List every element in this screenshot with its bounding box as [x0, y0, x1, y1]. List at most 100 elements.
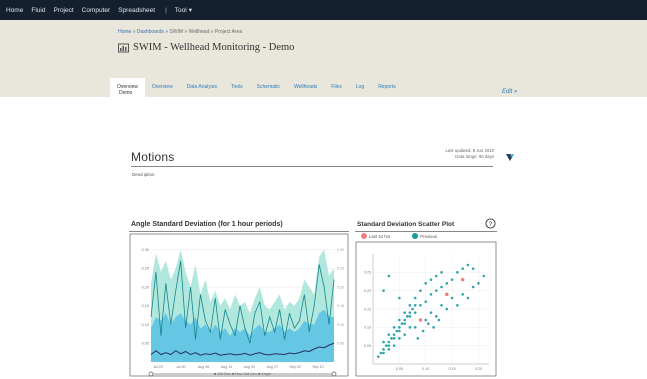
- edit-link[interactable]: Edit »: [502, 89, 517, 95]
- scatter-point-previous: [398, 296, 401, 300]
- tab-tools[interactable]: Tools: [224, 84, 250, 97]
- scatter-y-tick-label: 0.05: [364, 344, 371, 348]
- scatter-point-previous: [432, 326, 435, 329]
- y2-tick-label: 0.25: [337, 267, 344, 271]
- scatter-point-previous: [379, 351, 383, 355]
- title-row: SWIM - Wellhead Monitoring - Demo: [118, 42, 294, 53]
- section-meta-line-2: Data range: 90 days: [455, 154, 494, 159]
- tab-wellheads[interactable]: Wellheads: [287, 84, 324, 97]
- scatter-point-previous: [392, 344, 396, 347]
- scatter-y-tick-label: 0.10: [364, 326, 371, 330]
- svg-text:?: ?: [489, 221, 493, 228]
- scatter-point-previous: [398, 329, 401, 333]
- left-chart-legend: ■ Std Dev ■ Max Std Dev ■ Angle: [214, 372, 271, 376]
- tab-files[interactable]: Files: [324, 84, 349, 97]
- scatter-point-previous: [387, 274, 391, 278]
- scatter-point-previous: [403, 333, 406, 336]
- scatter-point-previous: [395, 329, 399, 333]
- nav-tool-menu[interactable]: Tool: [175, 7, 187, 14]
- scatter-point-previous: [387, 348, 391, 351]
- nav-home[interactable]: Home: [6, 7, 23, 14]
- y2-tick-label: 0.10: [337, 323, 344, 327]
- x-tick-label: Aug 20: [244, 365, 255, 369]
- scatter-point-previous: [413, 311, 417, 314]
- chevron-down-icon[interactable]: ▾: [189, 6, 192, 14]
- scatter-point-previous: [429, 293, 433, 296]
- scatter-point-previous: [482, 274, 486, 278]
- scatter-point-previous: [461, 267, 464, 270]
- scatter-point-previous: [384, 344, 388, 347]
- scatter-point-recent: [460, 277, 465, 282]
- scatter-x-tick-label: 0.20: [475, 367, 482, 371]
- scatter-point-previous: [408, 315, 412, 318]
- scatter-point-previous: [382, 289, 385, 292]
- scatter-x-tick-label: 0.15: [449, 367, 456, 371]
- scatter-point-previous: [424, 300, 428, 303]
- scatter-point-previous: [382, 340, 385, 344]
- scatter-x-tick-label: 0.05: [396, 367, 403, 371]
- nav-divider: |: [165, 6, 167, 14]
- section-title: Motions: [131, 150, 175, 164]
- tab-log[interactable]: Log: [349, 84, 371, 97]
- breadcrumb: Home » Dashboards » SWIM » Wellhead » Pr…: [118, 29, 242, 35]
- scatter-point-previous: [382, 351, 385, 355]
- scatter-point-previous: [408, 326, 412, 329]
- breadcrumb-link[interactable]: Home » Dashboards »: [118, 29, 168, 35]
- angle-std-dev-panel: Angle Standard Deviation (for 1 hour per…: [129, 218, 349, 378]
- help-icon[interactable]: ?: [485, 218, 496, 229]
- section-divider: [131, 166, 493, 167]
- tab-data-analysis[interactable]: Data Analysis: [180, 84, 224, 97]
- std-dev-scatter-chart[interactable]: 0.05 0.10 0.15 0.20 0.25 0.05 0.10 0.15 0.20: [355, 240, 497, 378]
- page-header: Home » Dashboards » SWIM » Wellhead » Pr…: [0, 20, 647, 97]
- tab-schematic[interactable]: Schematic: [250, 84, 287, 97]
- scatter-point-previous: [419, 304, 422, 307]
- legend-label-previous: Previous: [420, 233, 437, 239]
- angle-std-dev-chart[interactable]: 0.05 0.10 0.15 0.20 0.25 0.30 0.05 0.10 0.15 0.20…: [129, 232, 349, 378]
- y-tick-label: 0.15: [142, 304, 149, 308]
- scatter-point-previous: [456, 304, 459, 307]
- nav-project[interactable]: Project: [53, 7, 73, 14]
- scatter-y-tick-label: 0.15: [364, 307, 371, 311]
- legend-item-recent[interactable]: Last 24 hrs: [361, 233, 390, 239]
- scatter-point-previous: [413, 296, 417, 300]
- scatter-point-previous: [403, 318, 406, 322]
- y2-tick-label: 0.15: [337, 304, 344, 308]
- section-subtitle: Description: [132, 172, 155, 177]
- y-tick-label: 0.30: [142, 248, 149, 252]
- legend-swatch-recent: [361, 233, 367, 239]
- scatter-point-previous: [413, 304, 417, 307]
- widget-options-icon[interactable]: [505, 152, 515, 162]
- scatter-point-previous: [434, 289, 438, 292]
- scatter-point-recent: [418, 318, 423, 322]
- tab-overview-2[interactable]: Overview: [145, 84, 180, 97]
- y2-tick-label: 0.05: [337, 342, 344, 346]
- scatter-point-previous: [461, 293, 464, 296]
- project-icon: [118, 43, 129, 52]
- scatter-point-recent: [445, 292, 449, 297]
- scatter-point-previous: [466, 296, 470, 300]
- scatter-point-previous: [477, 282, 480, 285]
- scatter-point-previous: [387, 333, 391, 336]
- nav-computer[interactable]: Computer: [82, 7, 111, 14]
- scatter-point-previous: [429, 311, 433, 314]
- tab-reports[interactable]: Reports: [371, 84, 403, 97]
- nav-spreadsheet[interactable]: Spreadsheet: [118, 7, 155, 14]
- scatter-point-previous: [392, 337, 396, 340]
- scatter-plot-panel: Standard Deviation Scatter Plot ? Last 2…: [355, 218, 497, 378]
- scatter-point-previous: [398, 337, 401, 340]
- scatter-point-previous: [408, 311, 412, 314]
- scatter-point-previous: [450, 278, 454, 281]
- y2-tick-label: 0.30: [337, 248, 344, 252]
- x-tick-label: Sep 10: [312, 365, 323, 369]
- scatter-point-previous: [376, 355, 380, 358]
- scatter-point-previous: [387, 340, 391, 344]
- top-nav-bar: Home Fluid Project Computer Spreadsheet …: [0, 0, 647, 20]
- nav-fluid[interactable]: Fluid: [31, 7, 45, 14]
- scatter-point-previous: [450, 296, 454, 300]
- y-tick-label: 0.10: [142, 323, 149, 327]
- legend-item-previous[interactable]: Previous: [412, 233, 437, 239]
- scatter-point-previous: [392, 333, 396, 336]
- x-tick-label: Aug 27: [267, 365, 278, 369]
- scatter-point-previous: [400, 322, 404, 325]
- scatter-point-previous: [424, 282, 428, 285]
